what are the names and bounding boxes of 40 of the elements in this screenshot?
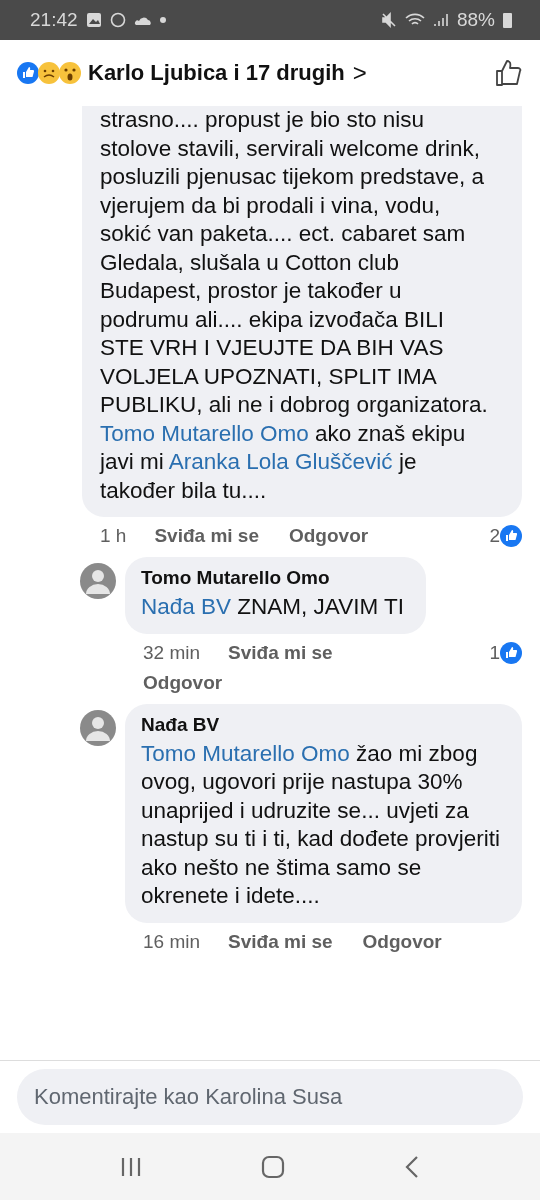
reply-link[interactable]: Odgovor bbox=[143, 671, 492, 694]
comment-time: 16 min bbox=[143, 930, 201, 953]
clock: 21:42 bbox=[30, 9, 78, 31]
like-link[interactable]: Sviđa mi se bbox=[228, 930, 333, 953]
comment-time: 1 h bbox=[100, 525, 127, 547]
home-icon[interactable] bbox=[261, 1154, 285, 1179]
like-icon bbox=[500, 525, 522, 547]
like-count: 1 bbox=[489, 641, 522, 664]
reply-link[interactable]: Odgovor bbox=[289, 525, 369, 547]
chat-icon bbox=[109, 12, 126, 28]
chevron[interactable]: > bbox=[352, 59, 367, 87]
comment-time: 32 min bbox=[143, 641, 201, 664]
avatar[interactable] bbox=[80, 709, 116, 746]
avatar[interactable] bbox=[80, 563, 116, 599]
reactions-summary[interactable]: Karlo Ljubica i 17 drugih bbox=[88, 60, 345, 86]
like-link[interactable]: Sviđa mi se bbox=[228, 641, 333, 664]
mute-icon bbox=[380, 12, 397, 28]
comment-text: strasno.... propust je bio sto nisu stolove stavili, servirali welcome drink, posluzili pjenusac tijekom predstave, a vjerujem da bi prodali i vina, vodu, sokić van paketa.... ect. cabaret sam Gledala, slušala u Cotton club Budapest, prostor je također u podrumu ali.... ekipa izvođača BILI STE VRH I VJEUJTE DA BIH VAS VOLJELA UPOZNATI, SPLIT IMA PUBLIKU, ali ne i dobrog organizatora. Tomo Mutarello Omo ako znaš ekipu javi mi Aranka Lola Gluščević je također bila tu.... bbox=[100, 106, 488, 505]
comment-author[interactable]: Tomo Mutarello Omo bbox=[141, 567, 404, 589]
like-count: 2 bbox=[489, 525, 522, 547]
dot-icon bbox=[159, 17, 166, 23]
comment-text: Tomo Mutarello Omo žao mi zbog ovog, ugovori prije nastupa 30% unaprijed i udruzite se... uvjeti za nastup su ti i ti, kad dođete provjeriti ako nešto ne štima samo se okrenete i idete.... bbox=[141, 739, 500, 910]
comment-author[interactable]: Nađa BV bbox=[141, 713, 500, 736]
comment-field[interactable]: Komentirajte kao Karolina Susa bbox=[17, 1069, 523, 1125]
battery-icon bbox=[503, 12, 512, 28]
battery-level: 88% bbox=[456, 9, 495, 31]
reply-link[interactable]: Odgovor bbox=[362, 930, 442, 953]
mention-link[interactable]: Tomo Mutarello Omo bbox=[141, 740, 350, 766]
back-icon[interactable] bbox=[404, 1154, 421, 1179]
comment-text: Nađa BV ZNAM, JAVIM TI bbox=[141, 593, 404, 621]
mention-link[interactable]: Aranka Lola Gluščević bbox=[168, 449, 393, 474]
gallery-icon bbox=[85, 12, 102, 28]
like-icon bbox=[500, 641, 522, 664]
recent-apps-icon[interactable] bbox=[119, 1155, 142, 1178]
reaction-icons bbox=[16, 61, 82, 85]
mention-link[interactable]: Nađa BV bbox=[141, 594, 232, 619]
like-link[interactable]: Sviđa mi se bbox=[154, 525, 259, 547]
like-icon[interactable] bbox=[494, 58, 524, 88]
mention-link[interactable]: Tomo Mutarello Omo bbox=[100, 420, 309, 446]
signal-icon bbox=[432, 12, 449, 28]
